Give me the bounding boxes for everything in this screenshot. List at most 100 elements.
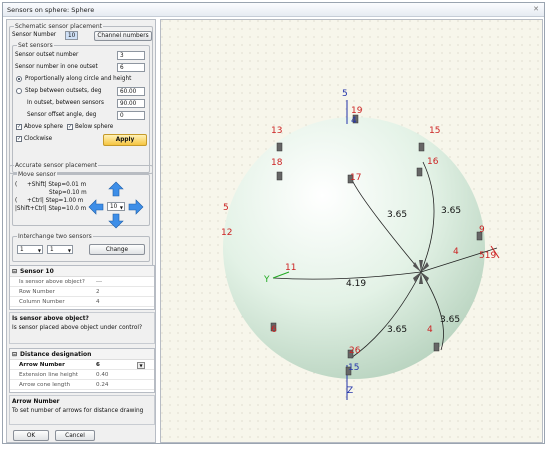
accurate-group: Accurate sensor placement Move sensor ( … bbox=[9, 162, 153, 267]
step-select-value: 10 bbox=[110, 204, 118, 210]
sensor-number-field[interactable]: 10 bbox=[65, 31, 78, 40]
channel-numbers-button[interactable]: Channel numbers bbox=[94, 31, 152, 41]
distance-property-grid: ⊟ Distance designation Arrow Number 6 ▼ Ext… bbox=[9, 348, 155, 393]
interchange-first-value: 1 bbox=[20, 247, 24, 253]
property-key: Column Number bbox=[19, 299, 65, 305]
description-title: Is sensor above object? bbox=[12, 316, 89, 322]
distance-grid-header: ⊟ Distance designation bbox=[10, 349, 154, 360]
schematic-group: Schematic sensor placement Sensor Number… bbox=[9, 23, 153, 174]
below-sphere-checkbox[interactable]: ✓ bbox=[67, 124, 73, 130]
sensor-description: Is sensor above object? Is sensor placed… bbox=[9, 312, 155, 344]
title-bar: Sensors on sphere: Sphere ✕ bbox=[3, 3, 544, 17]
chevron-down-icon: ▼ bbox=[37, 248, 41, 253]
sensor-grid-header: ⊟ Sensor 10 bbox=[10, 266, 154, 277]
property-key: Arrow Number bbox=[19, 362, 65, 368]
outset-number-label: Sensor outset number bbox=[15, 52, 79, 58]
outset-number-field[interactable]: 3 bbox=[117, 51, 145, 60]
collapse-icon[interactable]: ⊟ bbox=[12, 266, 17, 277]
distance-description: Arrow Number To set number of arrows for… bbox=[9, 395, 155, 425]
offset-label: Sensor offset angle, deg bbox=[27, 112, 97, 118]
property-key: Is sensor above object? bbox=[19, 279, 85, 285]
property-value: 0.24 bbox=[96, 382, 109, 388]
sensor-label: 6 bbox=[271, 325, 277, 335]
accurate-group-label: Accurate sensor placement bbox=[14, 162, 99, 169]
3d-viewport[interactable]: 5 19 4 13 15 18 16 17 5 9 12 4 519 11 Y … bbox=[160, 19, 543, 443]
base-step-text: Step=0.10 m bbox=[49, 190, 87, 196]
set-sensors-label: Set sensors bbox=[17, 42, 54, 49]
interchange-second-value: 1 bbox=[50, 247, 54, 253]
move-right-icon[interactable] bbox=[128, 199, 144, 215]
sensor-grid-title: Sensor 10 bbox=[20, 268, 54, 275]
distance-label: 3.65 bbox=[440, 315, 460, 325]
property-value: 2 bbox=[96, 289, 100, 295]
interchange-label: Interchange two sensors bbox=[17, 233, 93, 240]
collapse-icon[interactable]: ⊟ bbox=[12, 349, 17, 360]
step-field[interactable]: 60.00 bbox=[117, 87, 145, 96]
sensor-number-label: Sensor Number bbox=[12, 32, 57, 38]
sensor-label: 519 bbox=[479, 251, 496, 261]
description-text: To set number of arrows for distance dra… bbox=[12, 408, 144, 414]
property-row[interactable]: Is sensor above object? --- bbox=[10, 278, 154, 287]
ok-button[interactable]: OK bbox=[13, 430, 49, 441]
interchange-group: Interchange two sensors 1 ▼ 1 ▼ Change bbox=[12, 233, 150, 262]
sensor-property-grid: ⊟ Sensor 10 Is sensor above object? --- Ro… bbox=[9, 265, 155, 310]
step-radio[interactable] bbox=[16, 88, 22, 94]
shift-step-text: +Shift| Step=0.01 m bbox=[27, 182, 87, 188]
sensor-label: 18 bbox=[271, 158, 283, 168]
property-key: Row Number bbox=[19, 289, 55, 295]
axis-label-z-top: 5 bbox=[342, 89, 348, 99]
property-value: --- bbox=[96, 279, 103, 285]
sensor-label: 17 bbox=[350, 173, 361, 183]
description-text: Is sensor placed above object under cont… bbox=[12, 325, 143, 331]
apply-button[interactable]: Apply bbox=[103, 134, 147, 146]
change-button[interactable]: Change bbox=[89, 244, 145, 255]
move-sensor-label: Move sensor bbox=[17, 171, 57, 178]
interchange-second-select[interactable]: 1 ▼ bbox=[47, 245, 73, 254]
above-sphere-checkbox[interactable]: ✓ bbox=[16, 124, 22, 130]
set-sensors-group: Set sensors Sensor outset number 3 Senso… bbox=[12, 42, 150, 173]
distance-label: 3.65 bbox=[387, 210, 407, 220]
distance-label: 4.19 bbox=[346, 279, 366, 289]
offset-field[interactable]: 0 bbox=[117, 111, 145, 120]
sensor-label: 13 bbox=[271, 126, 282, 136]
cancel-button[interactable]: Cancel bbox=[55, 430, 95, 441]
close-icon[interactable]: ✕ bbox=[533, 5, 539, 13]
move-down-icon[interactable] bbox=[108, 213, 124, 229]
property-value: 6 bbox=[96, 362, 100, 368]
sensor-label: 9 bbox=[479, 225, 485, 235]
move-left-icon[interactable] bbox=[88, 199, 104, 215]
property-row[interactable]: Arrow cone length 0.24 bbox=[10, 381, 154, 390]
property-value: 4 bbox=[96, 299, 100, 305]
interchange-first-select[interactable]: 1 ▼ bbox=[17, 245, 43, 254]
distance-grid-title: Distance designation bbox=[20, 351, 92, 358]
property-value: 0.40 bbox=[96, 372, 109, 378]
shift-ctrl-step-text: |Shift+Ctrl| Step=10.0 m bbox=[15, 206, 87, 212]
distance-label: 3.65 bbox=[441, 206, 461, 216]
paren-2: ( bbox=[15, 198, 18, 204]
scene-canvas[interactable]: 5 19 4 13 15 18 16 17 5 9 12 4 519 11 Y … bbox=[161, 20, 543, 443]
step-label: Step between outsets, deg bbox=[25, 88, 102, 94]
property-row[interactable]: Arrow Number 6 ▼ bbox=[10, 361, 154, 370]
chevron-down-icon[interactable]: ▼ bbox=[137, 362, 145, 369]
step-select[interactable]: 10 ▼ bbox=[107, 202, 125, 211]
property-row[interactable]: Row Number 2 bbox=[10, 288, 154, 297]
sensor-label: 4 bbox=[453, 247, 459, 257]
property-key: Extension line height bbox=[19, 372, 78, 378]
proportional-radio[interactable] bbox=[16, 76, 22, 82]
sensor-label: 19 bbox=[351, 106, 363, 116]
property-row[interactable]: Extension line height 0.40 bbox=[10, 371, 154, 380]
clockwise-checkbox[interactable]: ✓ bbox=[16, 136, 22, 142]
property-key: Arrow cone length bbox=[19, 382, 71, 388]
sensor-label: 16 bbox=[427, 157, 439, 167]
one-outset-label: Sensor number in one outset bbox=[15, 64, 98, 70]
one-outset-field[interactable]: 6 bbox=[117, 63, 145, 72]
paren-1: ( bbox=[15, 182, 18, 188]
axis-label-x-left: 5 bbox=[223, 203, 229, 213]
description-title: Arrow Number bbox=[12, 399, 60, 405]
chevron-down-icon: ▼ bbox=[67, 248, 71, 253]
property-row[interactable]: Column Number 4 bbox=[10, 298, 154, 307]
move-sensor-group: Move sensor ( +Shift| Step=0.01 m Step=0… bbox=[12, 171, 150, 229]
incutset-field[interactable]: 90.00 bbox=[117, 99, 145, 108]
move-up-icon[interactable] bbox=[108, 181, 124, 197]
sphere bbox=[223, 117, 485, 379]
